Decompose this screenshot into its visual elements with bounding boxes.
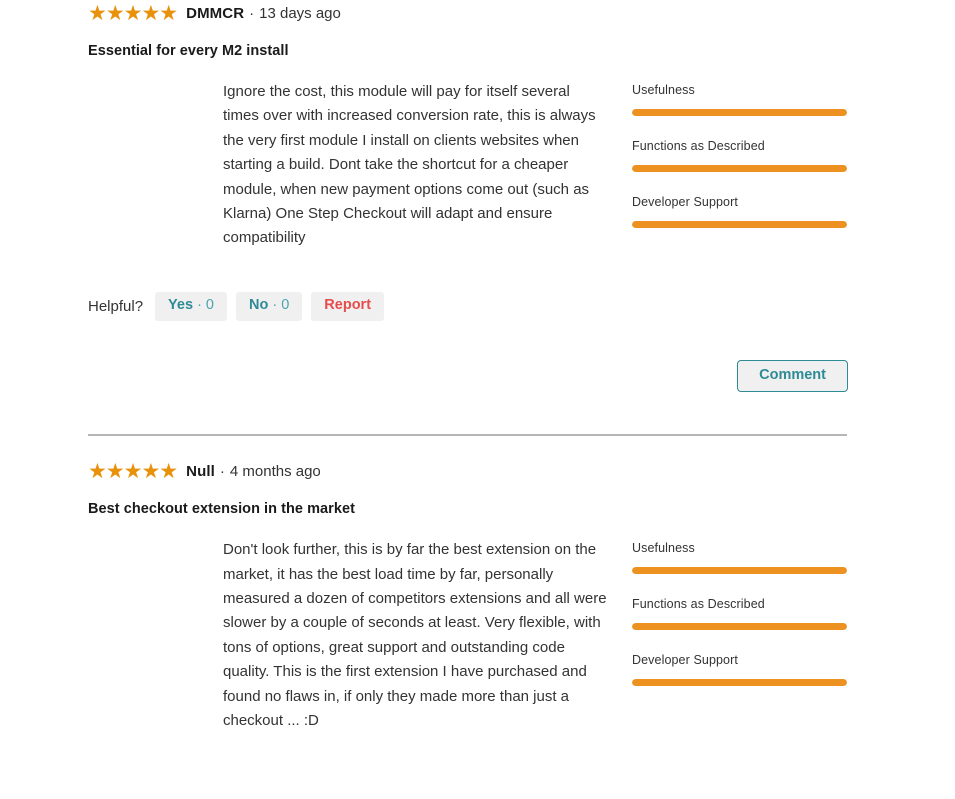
star-rating-icon: ★★★★★ xyxy=(88,1,178,25)
rating-row-usefulness: Usefulness xyxy=(632,541,848,575)
review-text: Ignore the cost, this module will pay fo… xyxy=(223,83,596,247)
rating-row-developer-support: Developer Support xyxy=(632,653,848,687)
comment-button-wrap: Comment xyxy=(0,359,955,393)
vote-no-count: · 0 xyxy=(272,296,290,313)
rating-track xyxy=(632,679,847,687)
comment-button[interactable]: Comment xyxy=(737,359,848,393)
rating-label: Usefulness xyxy=(632,83,695,97)
review-header: ★★★★★ DMMCR · 13 days ago xyxy=(88,0,847,26)
rating-label: Developer Support xyxy=(632,195,738,209)
report-button[interactable]: Report xyxy=(311,291,385,321)
review-divider xyxy=(88,434,847,437)
helpful-label: Helpful? xyxy=(88,297,144,315)
review-author: Null xyxy=(186,462,215,480)
rating-fill xyxy=(632,109,847,116)
vote-no-label: No xyxy=(249,296,269,313)
rating-fill xyxy=(632,679,847,687)
rating-label: Functions as Described xyxy=(632,139,765,153)
rating-label: Functions as Described xyxy=(632,597,765,612)
rating-track xyxy=(632,221,847,228)
vote-no-button[interactable]: No · 0 xyxy=(236,291,303,321)
body-left-spacer xyxy=(88,538,223,733)
review-item: ★★★★★ Null · 4 months ago Best checkout … xyxy=(0,458,955,733)
vote-yes-count: · 0 xyxy=(197,296,214,313)
rating-row-usefulness: Usefulness xyxy=(632,83,848,116)
review-timestamp: 4 months ago xyxy=(229,462,321,480)
review-item: ★★★★★ DMMCR · 13 days ago Essential for … xyxy=(0,0,955,321)
rating-track xyxy=(632,567,847,575)
rating-row-developer-support: Developer Support xyxy=(632,195,848,228)
rating-breakdown: Usefulness Functions as Described Develo… xyxy=(632,538,848,733)
meta-separator: · xyxy=(219,462,225,480)
rating-row-functions-as-described: Functions as Described xyxy=(632,597,848,631)
review-body: Ignore the cost, this module will pay fo… xyxy=(88,80,847,251)
review-title: Best checkout extension in the market xyxy=(88,501,355,518)
rating-fill xyxy=(632,221,847,228)
star-rating-icon: ★★★★★ xyxy=(88,459,178,483)
rating-row-functions-as-described: Functions as Described xyxy=(632,139,848,172)
helpful-row: Helpful? Yes · 0 No · 0 Report xyxy=(88,291,847,321)
review-body: Don't look further, this is by far the b… xyxy=(88,538,847,733)
review-timestamp: 13 days ago xyxy=(259,4,341,22)
vote-yes-label: Yes xyxy=(168,296,194,313)
rating-label: Developer Support xyxy=(632,653,738,668)
rating-track xyxy=(632,165,847,172)
rating-breakdown: Usefulness Functions as Described Develo… xyxy=(632,80,848,251)
body-left-spacer xyxy=(88,80,223,251)
review-author: DMMCR xyxy=(186,4,245,22)
review-title: Essential for every M2 install xyxy=(88,43,289,59)
rating-track xyxy=(632,623,847,631)
review-header: ★★★★★ Null · 4 months ago xyxy=(88,458,847,484)
rating-fill xyxy=(632,165,847,172)
rating-fill xyxy=(632,567,847,575)
meta-separator: · xyxy=(249,4,255,22)
rating-label: Usefulness xyxy=(632,541,695,556)
vote-yes-button[interactable]: Yes · 0 xyxy=(155,291,227,321)
rating-fill xyxy=(632,623,847,631)
review-text: Don't look further, this is by far the b… xyxy=(223,541,607,730)
rating-track xyxy=(632,109,847,116)
reviews-page: ★★★★★ DMMCR · 13 days ago Essential for … xyxy=(0,0,955,799)
